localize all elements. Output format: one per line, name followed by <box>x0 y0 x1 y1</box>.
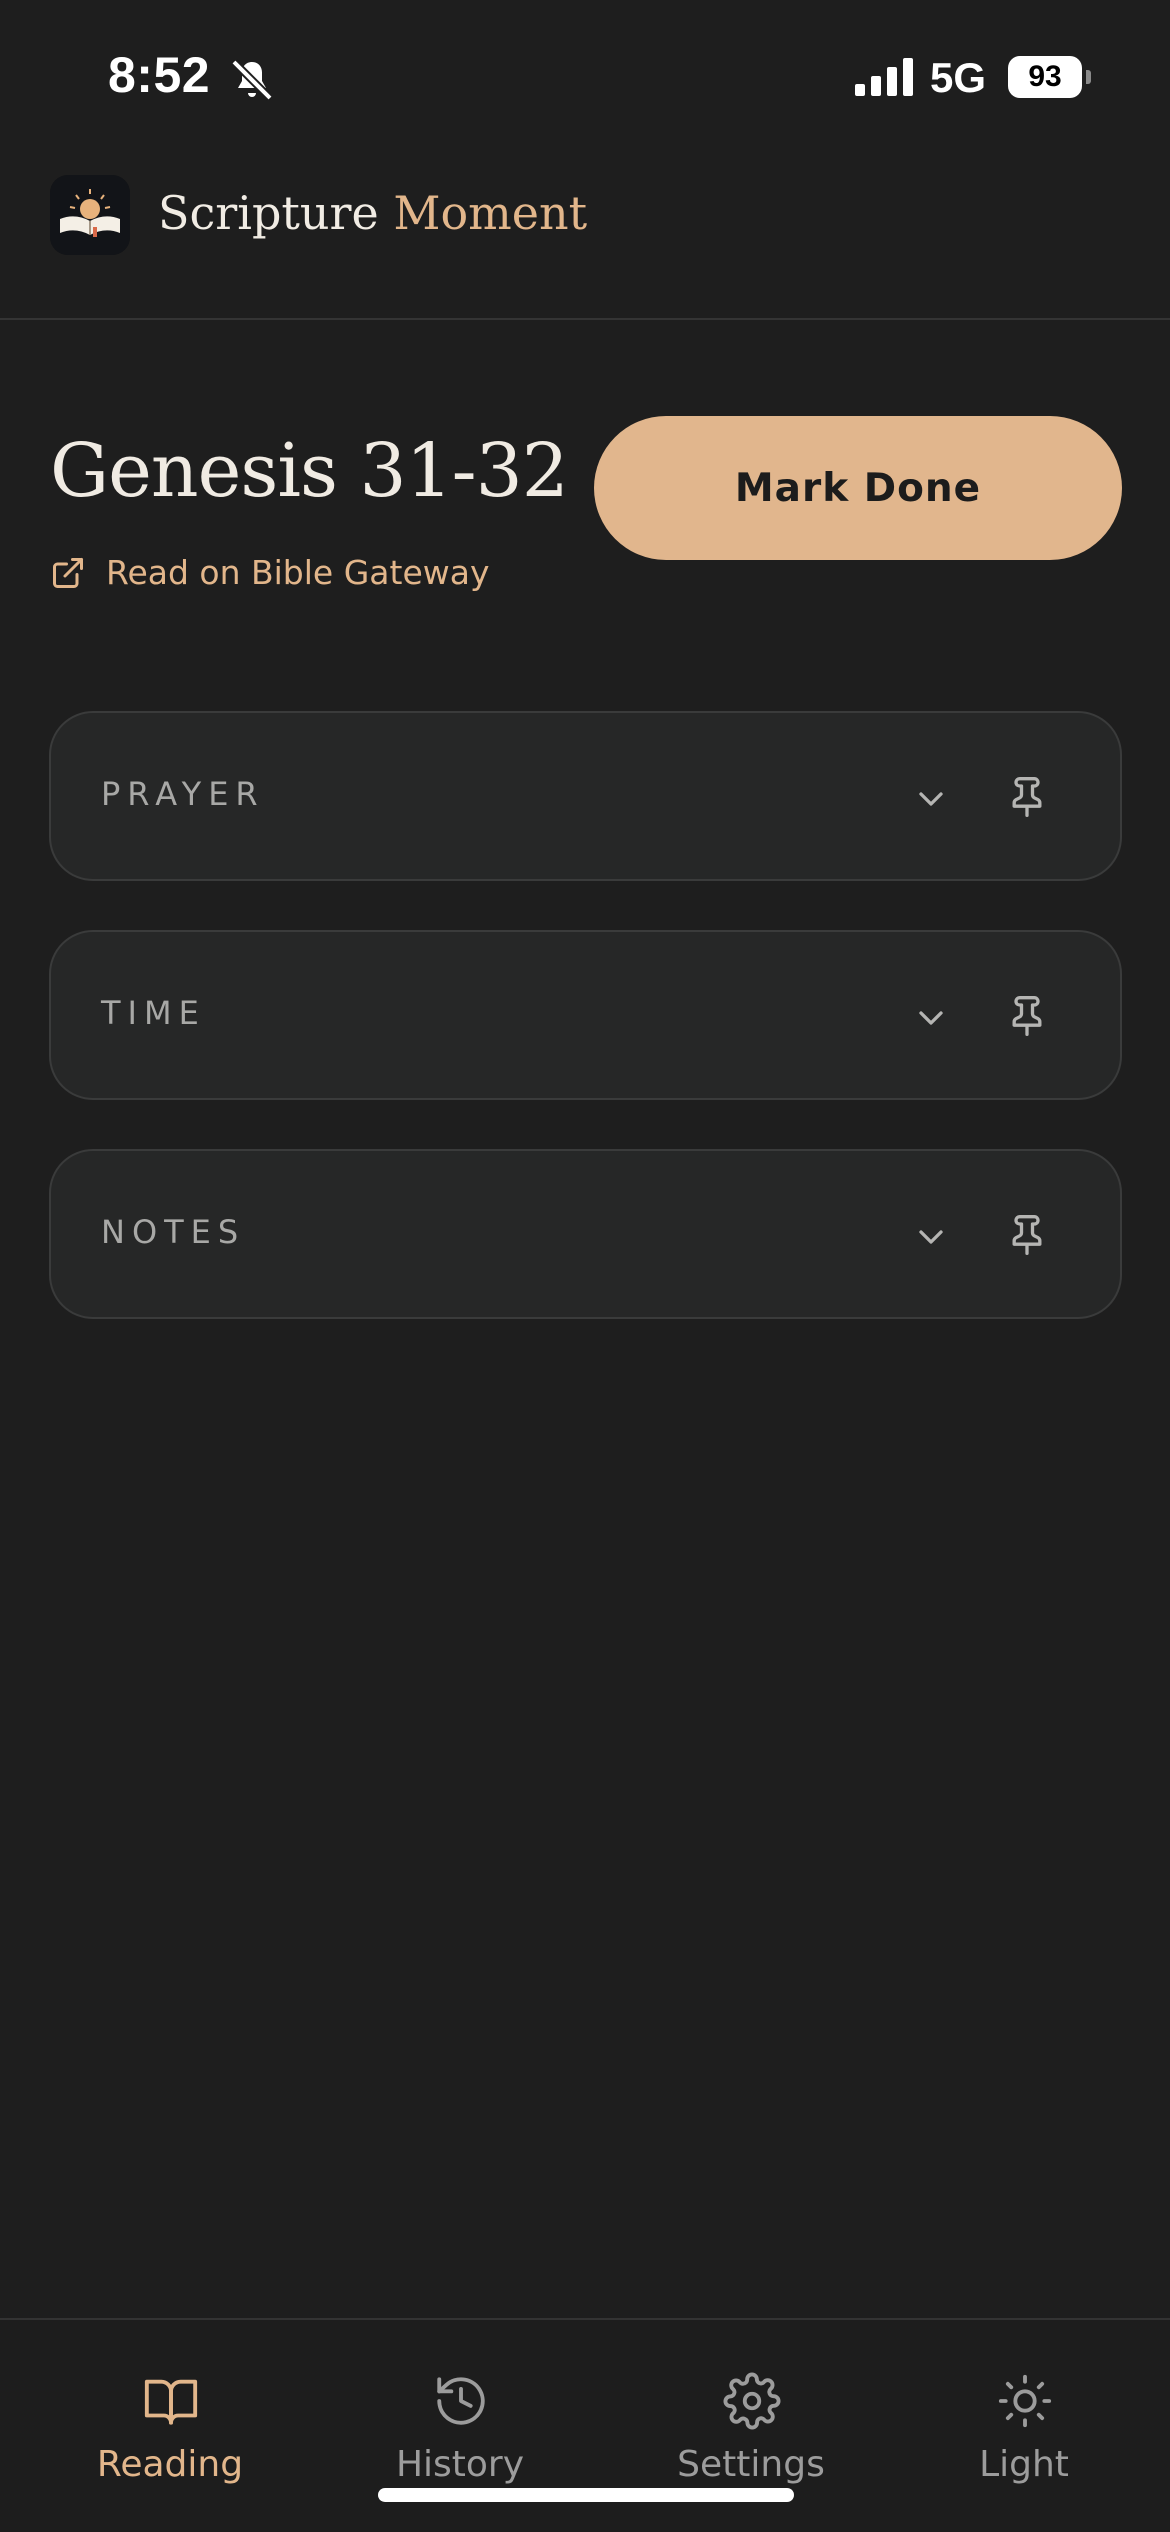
reading-title: Genesis 31-32 <box>50 428 569 514</box>
nav-label-settings: Settings <box>677 2444 825 2485</box>
battery-tip <box>1086 70 1091 84</box>
gear-icon <box>723 2372 781 2430</box>
chevron-down-icon[interactable] <box>911 998 951 1038</box>
app-title-accent: Moment <box>393 186 588 240</box>
pin-icon[interactable] <box>1005 992 1049 1040</box>
card-time[interactable]: TIME <box>49 930 1122 1100</box>
app-title-main: Scripture <box>158 186 379 240</box>
bible-gateway-link-label: Read on Bible Gateway <box>106 553 490 592</box>
nav-label-history: History <box>395 2444 525 2485</box>
app-title: Scripture Moment <box>158 186 587 240</box>
card-label-time: TIME <box>101 994 206 1032</box>
nav-item-reading[interactable]: Reading <box>50 2320 290 2532</box>
network-type: 5G <box>930 54 987 101</box>
book-icon <box>144 2379 198 2425</box>
battery-icon: 93 <box>1008 56 1091 98</box>
screen: 8:52 5G 93 Scripture Moment Genesis 31-3… <box>0 0 1170 2532</box>
bell-muted-icon <box>231 59 273 101</box>
chevron-down-icon[interactable] <box>911 1217 951 1257</box>
nav-label-light: Light <box>979 2444 1069 2485</box>
app-logo <box>50 175 130 255</box>
signal-icon <box>855 58 913 96</box>
nav-item-light[interactable]: Light <box>904 2320 1144 2532</box>
external-link-icon <box>53 557 83 588</box>
status-bar: 8:52 5G 93 <box>0 0 1170 150</box>
history-icon <box>437 2377 485 2425</box>
pin-icon[interactable] <box>1005 773 1049 821</box>
pin-icon[interactable] <box>1005 1211 1049 1259</box>
chevron-down-icon[interactable] <box>911 779 951 819</box>
card-notes[interactable]: NOTES <box>49 1149 1122 1319</box>
home-indicator[interactable] <box>378 2488 794 2502</box>
card-label-prayer: PRAYER <box>101 775 265 813</box>
app-header: Scripture Moment <box>0 150 1170 320</box>
sun-icon <box>998 2374 1052 2428</box>
mark-done-button[interactable]: Mark Done <box>594 416 1122 560</box>
card-prayer[interactable]: PRAYER <box>49 711 1122 881</box>
card-label-notes: NOTES <box>101 1213 246 1251</box>
bible-gateway-link[interactable]: Read on Bible Gateway <box>50 553 490 592</box>
nav-label-reading: Reading <box>96 2444 244 2485</box>
status-time: 8:52 <box>108 47 211 103</box>
battery-level: 93 <box>1008 56 1082 98</box>
